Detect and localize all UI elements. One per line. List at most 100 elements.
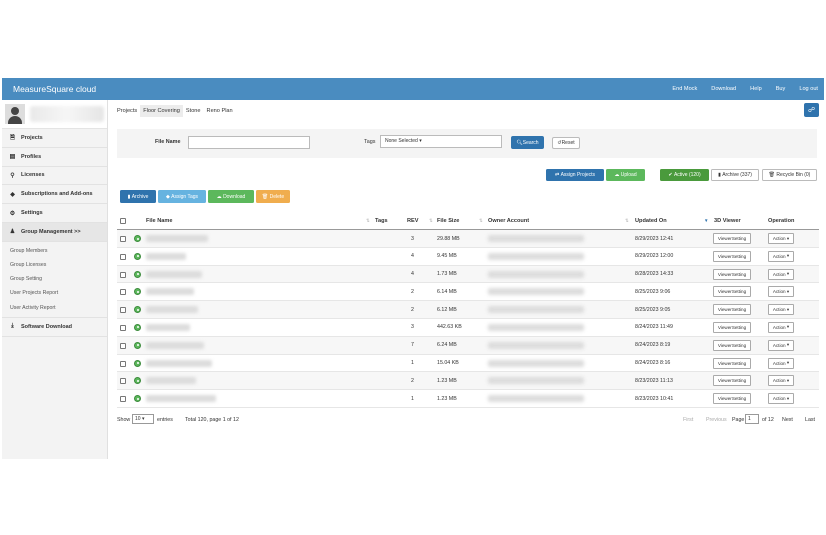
file-name-redacted[interactable] [146,377,196,385]
sidebar-item-user-projects-report[interactable]: User Projects Report [2,286,107,300]
last-page-link[interactable]: Last [805,417,815,423]
sidebar-item-settings[interactable]: ⚙ Settings [2,204,107,223]
download-link[interactable]: Download [711,86,736,92]
file-name-input[interactable] [188,136,310,149]
sidebar-item-group-members[interactable]: Group Members [2,244,107,258]
col-tags[interactable]: Tags [375,218,388,224]
file-name-redacted[interactable] [146,341,204,349]
next-page-link[interactable]: Next [782,417,793,423]
viewer-setting-button[interactable]: ViewerSetting [713,304,751,316]
row-checkbox[interactable] [120,396,126,403]
sidebar-item-group-licenses[interactable]: Group Licenses [2,258,107,272]
viewer-setting-button[interactable]: ViewerSetting [713,393,751,405]
table-row[interactable]: 7 6.24 MB 8/24/2023 8:19 ViewerSetting Actio… [117,336,819,355]
sort-icon[interactable]: ⇅ [479,218,483,224]
action-dropdown[interactable]: Action ▾ [768,233,794,244]
file-name-redacted[interactable] [146,323,190,331]
share-button[interactable]: ☍ [804,103,819,117]
reset-button[interactable]: ↺ Reset [552,137,580,149]
action-dropdown[interactable]: Action ▾ [768,268,794,280]
table-row[interactable]: 2 1.23 MB 8/23/2023 11:13 ViewerSetting Acti… [117,372,819,391]
tab-stone[interactable]: Stone [183,105,204,117]
sort-desc-icon[interactable]: ▼ [704,218,708,223]
avatar[interactable] [5,104,25,124]
action-dropdown[interactable]: Action ▾ [768,375,794,387]
help-link[interactable]: Help [750,86,762,92]
sidebar-item-profiles[interactable]: ▤ Profiles [2,148,107,167]
logout-link[interactable]: Log out [799,86,818,92]
archive-button[interactable]: ▮ Archive [120,190,156,203]
sort-icon[interactable]: ⇅ [429,218,433,224]
sidebar-item-software-download[interactable]: ⤓ Software Download [2,318,107,337]
table-row[interactable]: 1 1.23 MB 8/23/2023 10:41 ViewerSetting Acti… [117,390,819,408]
archive-filter-button[interactable]: ▮ Archive (337) [711,169,759,181]
col-rev[interactable]: REV [407,218,419,224]
col-owner-account[interactable]: Owner Account [488,218,529,224]
sidebar-item-user-activity-report[interactable]: User Activity Report [2,301,107,315]
viewer-setting-button[interactable]: ViewerSetting [713,339,751,351]
action-dropdown[interactable]: Action ▾ [768,286,794,298]
row-checkbox[interactable] [120,342,126,349]
viewer-setting-button[interactable]: ViewerSetting [713,286,751,298]
table-row[interactable]: 3 29.88 MB 8/29/2023 12:41 ViewerSetting Act… [117,230,819,248]
col-file-name[interactable]: File Name [146,218,172,224]
file-name-redacted[interactable] [146,288,194,296]
row-checkbox[interactable] [120,271,126,278]
brand-logo[interactable]: MeasureSquare cloud [13,84,96,94]
file-name-redacted[interactable] [146,395,216,403]
viewer-setting-button[interactable]: ViewerSetting [713,233,751,244]
viewer-setting-button[interactable]: ViewerSetting [713,357,751,369]
delete-button[interactable]: 🗑︎ Delete [256,190,290,203]
table-row[interactable]: 4 1.73 MB 8/28/2023 14:33 ViewerSetting Acti… [117,265,819,284]
buy-link[interactable]: Buy [776,86,786,92]
assign-tags-button[interactable]: ◆ Assign Tags [158,190,206,203]
file-name-redacted[interactable] [146,306,198,314]
viewer-setting-button[interactable]: ViewerSetting [713,250,751,262]
table-row[interactable]: 2 6.14 MB 8/25/2023 9:06 ViewerSetting Actio… [117,283,819,302]
sidebar-item-group-management[interactable]: ♟ Group Management >> [2,222,107,242]
sidebar-item-group-setting[interactable]: Group Setting [2,272,107,286]
action-dropdown[interactable]: Action ▾ [768,339,794,351]
row-checkbox[interactable] [120,236,126,242]
tab-reno-plan[interactable]: Reno Plan [204,105,236,117]
download-button[interactable]: ☁ Download [208,190,254,203]
tab-floor-covering[interactable]: Floor Covering [140,105,183,117]
page-number-input[interactable]: 1 [745,414,759,424]
assign-projects-button[interactable]: ⇄ Assign Projects [546,169,604,181]
tags-select[interactable]: None Selected ▾ [380,135,502,148]
sidebar-item-projects[interactable]: 🗎 Projects [2,129,107,148]
previous-page-link[interactable]: Previous [706,417,727,423]
file-name-redacted[interactable] [146,252,186,260]
action-dropdown[interactable]: Action ▾ [768,321,794,333]
row-checkbox[interactable] [120,360,126,367]
row-checkbox[interactable] [120,253,126,260]
row-checkbox[interactable] [120,378,126,385]
col-file-size[interactable]: File Size [437,218,459,224]
viewer-setting-button[interactable]: ViewerSetting [713,268,751,280]
file-name-redacted[interactable] [146,235,208,242]
action-dropdown[interactable]: Action ▾ [768,250,794,262]
viewer-setting-button[interactable]: ViewerSetting [713,375,751,387]
action-dropdown[interactable]: Action ▾ [768,393,794,405]
active-filter-button[interactable]: ✔ Active (120) [660,169,709,181]
table-row[interactable]: 2 6.12 MB 8/25/2023 9:05 ViewerSetting Actio… [117,301,819,319]
first-page-link[interactable]: First [683,417,693,423]
search-button[interactable]: 🔍︎ Search [511,136,544,149]
action-dropdown[interactable]: Action ▾ [768,357,794,369]
sort-icon[interactable]: ⇅ [625,218,629,224]
row-checkbox[interactable] [120,307,126,314]
action-dropdown[interactable]: Action ▾ [768,304,794,316]
recycle-bin-button[interactable]: 🗑︎ Recycle Bin (0) [762,169,817,181]
page-length-select[interactable]: 10 ▾ [132,414,154,424]
sidebar-item-subscriptions[interactable]: ◆ Subscriptions and Add-ons [2,185,107,205]
select-all-checkbox[interactable] [120,218,126,224]
row-checkbox[interactable] [120,324,126,331]
row-checkbox[interactable] [120,289,126,296]
file-name-redacted[interactable] [146,270,202,278]
sidebar-item-licenses[interactable]: ⚲ Licenses [2,167,107,186]
col-updated-on[interactable]: Updated On [635,218,667,224]
tab-projects[interactable]: Projects [114,105,140,117]
file-name-redacted[interactable] [146,359,212,367]
end-mock-link[interactable]: End Mock [672,86,697,92]
upload-button[interactable]: ☁ Upload [606,169,645,181]
